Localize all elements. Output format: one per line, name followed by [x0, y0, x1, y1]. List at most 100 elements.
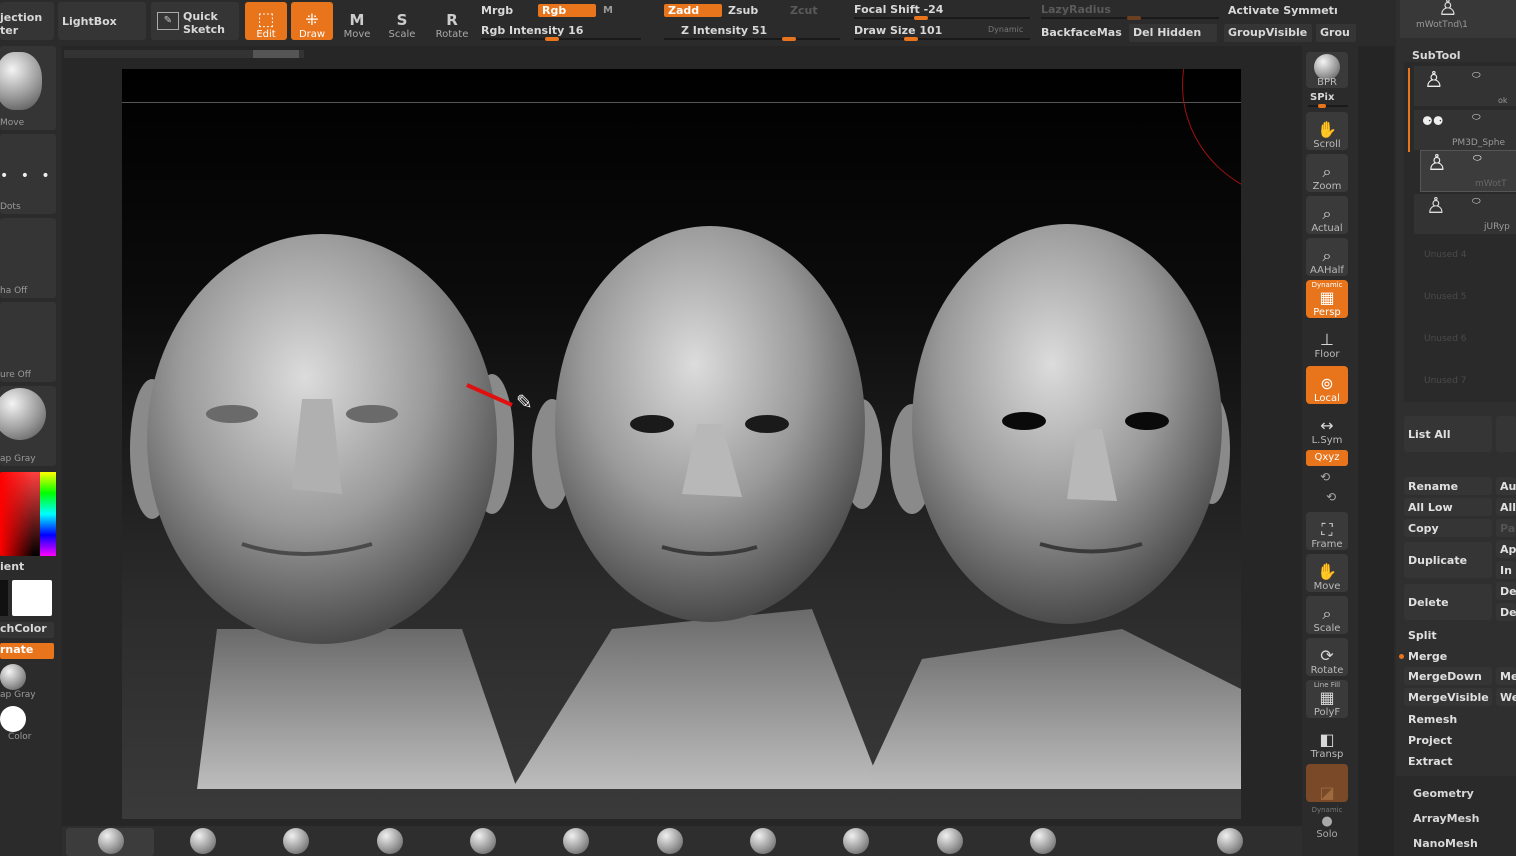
local-button[interactable]: ⊚ Local — [1306, 366, 1348, 404]
switch-color-button[interactable]: chColor — [0, 622, 54, 638]
head-center[interactable] — [512, 226, 882, 789]
activate-symmetry-button[interactable]: Activate Symmetı — [1228, 4, 1338, 17]
color-selector[interactable]: Color — [0, 704, 54, 744]
move-view-button[interactable]: ✋ Move — [1306, 554, 1348, 592]
del-hidden-button[interactable]: Del Hidden — [1129, 24, 1217, 42]
ghost-button[interactable]: ◪ — [1306, 764, 1348, 802]
extract-menu[interactable]: Extract — [1404, 752, 1516, 770]
geometry-menu[interactable]: Geometry — [1413, 787, 1474, 800]
insert-button[interactable]: In — [1496, 561, 1516, 579]
shelf-brush-5-icon[interactable] — [470, 828, 496, 854]
viewport-canvas[interactable]: ✎ — [122, 69, 1241, 819]
scale-view-button[interactable]: ⌕ Scale — [1306, 596, 1348, 634]
rgb-intensity-slider[interactable]: Rgb Intensity 16 — [481, 24, 583, 37]
hue-strip[interactable] — [40, 472, 56, 556]
project-menu[interactable]: Project — [1404, 731, 1516, 749]
polyf-button[interactable]: Line Fill ▦ PolyF — [1306, 680, 1348, 718]
z-intensity-slider[interactable]: Z Intensity 51 — [681, 24, 767, 37]
focal-shift-track[interactable] — [854, 16, 1030, 20]
dynamic-toggle[interactable]: Dynamic — [988, 25, 1023, 34]
aahalf-button[interactable]: ⌕ AAHalf — [1306, 238, 1348, 276]
persp-button[interactable]: Dynamic ▦ Persp — [1306, 280, 1348, 318]
shelf-brush-4-icon[interactable] — [377, 828, 403, 854]
subtool-item-1[interactable]: ♙ ⬭ ok — [1414, 66, 1516, 106]
projection-master-button[interactable]: jection ter — [0, 2, 54, 40]
canvas-scrollbar[interactable] — [64, 50, 304, 58]
shelf-brush-11-icon[interactable] — [1030, 828, 1056, 854]
groups-split-button[interactable]: Grou — [1316, 24, 1356, 42]
matcap-gray-selector[interactable]: ap Gray — [0, 662, 54, 702]
subtool-item-5[interactable]: Unused 4 — [1424, 250, 1467, 260]
delete-all-button[interactable]: De — [1496, 603, 1516, 621]
lazy-radius-slider[interactable]: LazyRadius — [1041, 3, 1111, 16]
subtool-item-3-selected[interactable]: ♙ ⬭ mWotT — [1420, 150, 1516, 192]
visibility-eye-icon[interactable]: ⬭ — [1472, 70, 1481, 81]
zoom-button[interactable]: ⌕ Zoom — [1306, 154, 1348, 192]
merge-visible-button[interactable]: MergeVisible — [1404, 688, 1492, 706]
group-visible-button[interactable]: GroupVisible — [1224, 24, 1312, 42]
remesh-menu[interactable]: Remesh — [1404, 710, 1516, 728]
head-left[interactable]: ✎ — [130, 234, 533, 789]
focal-shift-handle[interactable] — [914, 16, 928, 20]
list-all-button[interactable]: List All — [1404, 416, 1492, 452]
edit-button[interactable]: ⬚ Edit — [245, 2, 287, 40]
gradient-label[interactable]: ient — [0, 560, 24, 573]
rgb-intensity-track[interactable] — [481, 37, 641, 41]
shelf-brush-8-icon[interactable] — [750, 828, 776, 854]
tool-thumbnail[interactable]: ♙ mWotTnd\1 — [1400, 0, 1516, 38]
secondary-color-swatch[interactable] — [12, 580, 52, 616]
list-side-button[interactable] — [1496, 416, 1516, 452]
subtool-scroll-accent[interactable] — [1408, 68, 1410, 152]
shelf-brush-7-icon[interactable] — [657, 828, 683, 854]
copy-button[interactable]: Copy — [1404, 519, 1492, 537]
visibility-eye-icon[interactable]: ⬭ — [1472, 196, 1481, 207]
arraymesh-menu[interactable]: ArrayMesh — [1413, 812, 1479, 825]
subtool-title[interactable]: SubTool — [1412, 49, 1461, 62]
subtool-item-6[interactable]: Unused 5 — [1424, 292, 1467, 302]
visibility-eye-icon[interactable]: ⬭ — [1472, 112, 1481, 123]
main-color-swatch[interactable] — [0, 580, 8, 616]
shelf-brush-12-icon[interactable] — [1217, 828, 1243, 854]
all-low-button[interactable]: All Low — [1404, 498, 1492, 516]
draw-size-track[interactable] — [854, 37, 1030, 41]
rgb-button[interactable]: Rgb — [538, 4, 596, 17]
weld-button[interactable]: We — [1496, 688, 1516, 706]
rotate-button[interactable]: R Rotate — [431, 2, 473, 40]
spix-track[interactable] — [1308, 104, 1348, 108]
m-button[interactable]: M — [603, 5, 613, 16]
frame-button[interactable]: ⛶ Frame — [1306, 512, 1348, 550]
subtool-item-8[interactable]: Unused 7 — [1424, 376, 1467, 386]
subtool-item-2[interactable]: ⚈⚈ ⬭ PM3D_Sphe — [1414, 110, 1516, 150]
move-button[interactable]: M Move — [336, 2, 378, 40]
merge-down-button[interactable]: MergeDown — [1404, 667, 1492, 685]
z-intensity-handle[interactable] — [782, 37, 796, 41]
shelf-brush-1-icon[interactable] — [98, 828, 124, 854]
focal-shift-slider[interactable]: Focal Shift -24 — [854, 3, 943, 16]
canvas-scroll-thumb[interactable] — [253, 50, 299, 58]
zadd-button[interactable]: Zadd — [664, 4, 722, 17]
rotate-z-icon[interactable]: ⟲ — [1326, 490, 1336, 504]
alpha-selector[interactable]: ha Off — [0, 218, 56, 298]
z-intensity-track[interactable] — [664, 37, 840, 41]
append-button[interactable]: Ap — [1496, 540, 1516, 558]
lazy-radius-handle[interactable] — [1127, 16, 1141, 20]
lightbox-button[interactable]: LightBox — [58, 2, 146, 40]
stroke-selector[interactable]: • • • Dots — [0, 134, 56, 214]
shelf-brush-6-icon[interactable] — [563, 828, 589, 854]
material-selector[interactable]: ap Gray — [0, 386, 56, 466]
rotate-view-button[interactable]: ⟳ Rotate — [1306, 638, 1348, 676]
subtool-item-4[interactable]: ♙ ⬭ jURyp — [1414, 194, 1516, 234]
zcut-button[interactable]: Zcut — [790, 4, 818, 17]
quick-sketch-button[interactable]: ✎ Quick Sketch — [151, 2, 239, 40]
subtool-item-7[interactable]: Unused 6 — [1424, 334, 1467, 344]
solo-button[interactable]: Dynamic ● Solo — [1306, 806, 1348, 844]
alternate-button[interactable]: rnate — [0, 643, 54, 659]
draw-size-handle[interactable] — [904, 37, 918, 41]
panel-divider[interactable] — [1358, 46, 1394, 856]
draw-size-slider[interactable]: Draw Size 101 — [854, 24, 942, 37]
brush-selector[interactable]: Move — [0, 46, 56, 130]
shelf-brush-2-icon[interactable] — [190, 828, 216, 854]
duplicate-button[interactable]: Duplicate — [1404, 542, 1492, 578]
shelf-brush-3-icon[interactable] — [283, 828, 309, 854]
scale-button[interactable]: S Scale — [381, 2, 423, 40]
